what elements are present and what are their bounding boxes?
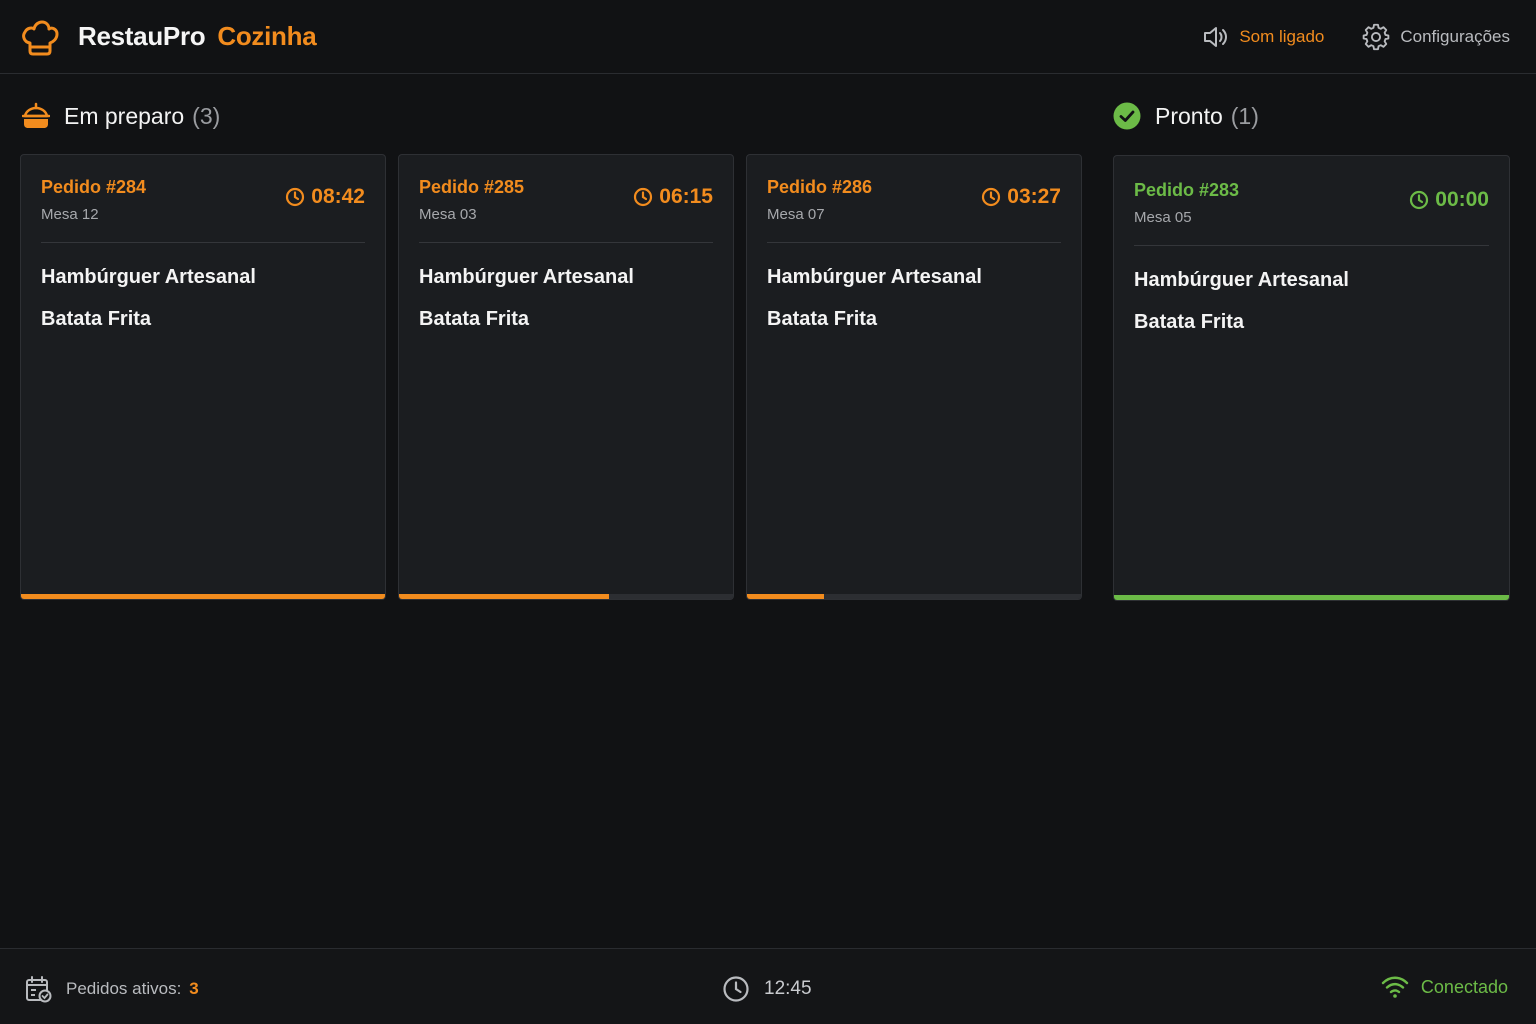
header-actions: Som ligado Configurações [1203,23,1510,51]
order-items: Hambúrguer Artesanal Batata Frita [41,265,256,349]
order-item: Batata Frita [41,308,152,330]
order-item: Hambúrguer Artesanal [419,266,634,288]
progress-bar [1114,595,1509,600]
order-card-header: Pedido #283 Mesa 05 00:00 [1134,180,1489,246]
clock-icon [723,976,749,1002]
active-orders-count: 3 [189,979,199,998]
connection-status: Conectado [1381,975,1508,999]
order-timer-value: 00:00 [1435,188,1489,211]
brand: RestauPro Cozinha [20,17,317,57]
sound-toggle-label: Som ligado [1239,26,1325,46]
order-item: Batata Frita [1134,311,1245,333]
status-bar: Pedidos ativos: 3 12:45 Conectado [0,948,1536,1024]
clock-icon [982,187,1001,207]
order-timer: 00:00 [1409,188,1489,212]
order-items: Hambúrguer Artesanal Batata Frita [767,265,982,349]
order-item: Hambúrguer Artesanal [1134,269,1349,291]
sound-toggle-button[interactable]: Som ligado [1203,25,1324,49]
order-card-283[interactable]: Pedido #283 Mesa 05 00:00 Hambúrguer Art… [1113,155,1510,601]
section-preparing-title: Em preparo [64,102,185,129]
brand-name: RestauPro [78,21,206,51]
brand-section: Cozinha [217,21,317,51]
cooking-pot-icon [22,102,50,128]
wifi-icon [1381,976,1409,998]
order-item: Batata Frita [419,308,530,330]
order-card-header: Pedido #285 Mesa 03 06:15 [419,177,713,243]
top-bar: RestauPro Cozinha Som ligado Configuraçõ… [0,0,1536,74]
order-item: Hambúrguer Artesanal [41,266,256,288]
order-card-header: Pedido #286 Mesa 07 03:27 [767,177,1061,243]
progress-bar [399,594,733,599]
order-timer-value: 08:42 [311,185,365,208]
clock-icon [1410,190,1429,210]
progress-bar [21,594,385,599]
progress-bar-fill [21,594,385,599]
order-items: Hambúrguer Artesanal Batata Frita [419,265,634,349]
connection-label: Conectado [1420,976,1508,997]
section-preparing-header: Em preparo (3) [22,102,220,130]
order-card-header: Pedido #284 Mesa 12 08:42 [41,177,365,243]
order-card-285[interactable]: Pedido #285 Mesa 03 06:15 Hambúrguer Art… [398,154,734,600]
order-card-286[interactable]: Pedido #286 Mesa 07 03:27 Hambúrguer Art… [746,154,1082,600]
settings-label: Configurações [1400,26,1510,46]
clock-display: 12:45 [722,975,812,1003]
clock-time: 12:45 [764,978,812,999]
section-ready-count: (1) [1230,102,1259,129]
order-item: Batata Frita [767,308,878,330]
order-timer-value: 06:15 [659,185,713,208]
section-ready-title: Pronto [1155,102,1223,129]
chef-hat-icon [22,20,59,55]
calendar-check-icon [26,976,52,1003]
progress-bar-fill [747,594,824,599]
order-timer: 03:27 [981,185,1061,209]
progress-bar-fill [399,594,610,599]
progress-bar-fill [1114,595,1509,600]
section-ready-header: Pronto (1) [1113,102,1259,130]
order-item: Hambúrguer Artesanal [767,266,982,288]
settings-button[interactable]: Configurações [1362,23,1510,51]
order-timer-value: 03:27 [1007,185,1061,208]
active-orders-label: Pedidos ativos: [66,979,182,998]
check-circle-icon [1113,102,1141,130]
clock-icon [634,187,653,207]
kitchen-display: RestauPro Cozinha Som ligado Configuraçõ… [0,0,1536,1024]
progress-bar [747,594,1081,599]
order-timer: 08:42 [285,185,365,209]
order-items: Hambúrguer Artesanal Batata Frita [1134,268,1349,352]
order-card-284[interactable]: Pedido #284 Mesa 12 08:42 Hambúrguer Art… [20,154,386,600]
active-orders-indicator: Pedidos ativos: 3 [24,975,199,1003]
gear-icon [1363,23,1390,50]
speaker-icon [1204,26,1228,47]
order-timer: 06:15 [633,185,713,209]
clock-icon [286,187,305,207]
section-preparing-count: (3) [192,102,221,129]
